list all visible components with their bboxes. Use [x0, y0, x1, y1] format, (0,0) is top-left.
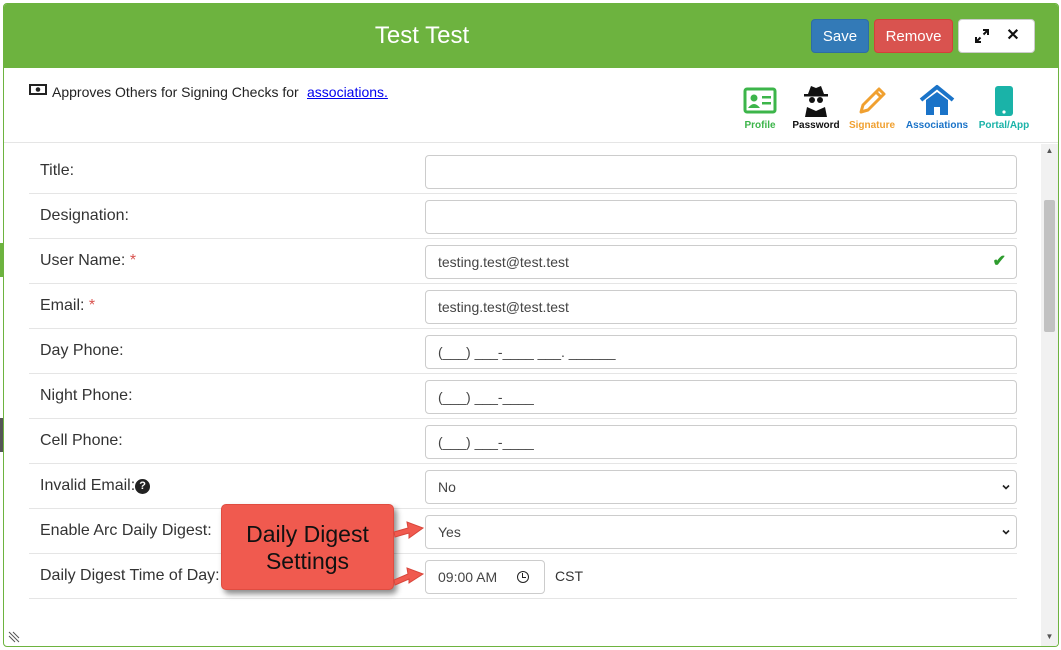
chevron-down-icon: [1002, 484, 1010, 490]
scroll-down-arrow-icon[interactable]: ▼: [1041, 632, 1058, 646]
vertical-scrollbar[interactable]: ▲ ▼: [1041, 144, 1058, 646]
resize-grip-icon[interactable]: [8, 631, 20, 643]
arc-digest-select[interactable]: Yes: [425, 515, 1017, 549]
clock-icon[interactable]: [517, 571, 529, 583]
save-button[interactable]: Save: [811, 19, 869, 53]
modal-subheader: Approves Others for Signing Checks for a…: [4, 68, 1058, 143]
money-icon: [29, 84, 47, 95]
cell-phone-label: Cell Phone:: [40, 432, 123, 449]
form-row-invalid-email: Invalid Email:? No: [29, 464, 1017, 509]
arc-digest-value: Yes: [438, 524, 461, 540]
form-row-email: Email: * testing.test@test.test: [29, 284, 1017, 329]
scroll-up-arrow-icon[interactable]: ▲: [1041, 146, 1058, 160]
nav-associations[interactable]: Associations: [904, 84, 970, 131]
email-label: Email: *: [40, 297, 95, 315]
arc-digest-label: Enable Arc Daily Digest:: [40, 522, 212, 539]
cell-phone-input[interactable]: (___) ___-____: [425, 425, 1017, 459]
email-label-text: Email:: [40, 297, 85, 314]
profile-card-icon: [743, 87, 777, 114]
title-input[interactable]: [425, 155, 1017, 189]
nav-profile[interactable]: Profile: [740, 84, 780, 131]
spy-icon: [804, 86, 828, 117]
modal-title: Test Test: [374, 22, 470, 49]
nav-associations-label: Associations: [905, 120, 969, 131]
scroll-thumb[interactable]: [1044, 200, 1055, 332]
remove-button[interactable]: Remove: [874, 19, 953, 53]
modal-header: Test Test Save Remove ✕: [4, 4, 1058, 68]
form-row-designation: Designation:: [29, 194, 1017, 239]
pencil-icon: [859, 87, 886, 114]
nav-portal-app[interactable]: Portal/App: [976, 84, 1032, 131]
timezone-label: CST: [555, 568, 583, 584]
window-controls: ✕: [958, 19, 1035, 53]
form-row-user-name: User Name: * testing.test@test.test ✔: [29, 239, 1017, 284]
title-label: Title:: [40, 162, 75, 179]
callout-arrow-upper: [393, 521, 425, 539]
digest-time-input[interactable]: 09:00 AM: [425, 560, 545, 594]
form-row-cell-phone: Cell Phone: (___) ___-____: [29, 419, 1017, 464]
approves-text: Approves Others for Signing Checks for: [52, 84, 299, 100]
user-name-input[interactable]: testing.test@test.test ✔: [425, 245, 1017, 279]
email-input[interactable]: testing.test@test.test: [425, 290, 1017, 324]
user-name-value: testing.test@test.test: [438, 254, 569, 270]
invalid-email-select[interactable]: No: [425, 470, 1017, 504]
invalid-email-label: Invalid Email:?: [40, 477, 151, 495]
question-circle-icon[interactable]: ?: [135, 479, 151, 494]
day-phone-label: Day Phone:: [40, 342, 124, 359]
nav-signature-label: Signature: [848, 120, 896, 131]
nav-portal-app-label: Portal/App: [978, 120, 1030, 131]
callout-line-1: Daily Digest: [246, 521, 369, 547]
digest-time-value: 09:00 AM: [438, 569, 498, 585]
user-edit-modal: Test Test Save Remove ✕ Approves Others …: [3, 3, 1059, 647]
required-marker: *: [88, 297, 96, 314]
nav-profile-label: Profile: [744, 120, 776, 131]
digest-time-label: Daily Digest Time of Day:: [40, 567, 220, 584]
user-name-label: User Name: *: [40, 252, 136, 270]
invalid-email-value: No: [438, 479, 456, 495]
form-row-day-phone: Day Phone: (___) ___-____ ___. ______: [29, 329, 1017, 374]
form-row-arc-daily-digest: Enable Arc Daily Digest: Yes: [29, 509, 1017, 554]
daily-digest-callout: Daily Digest Settings: [221, 504, 394, 590]
checkmark-icon: ✔: [992, 253, 1006, 270]
night-phone-input[interactable]: (___) ___-____: [425, 380, 1017, 414]
day-phone-input[interactable]: (___) ___-____ ___. ______: [425, 335, 1017, 369]
form-row-digest-time: Daily Digest Time of Day: 09:00 AM CST: [29, 554, 1017, 599]
mobile-icon: [995, 86, 1013, 116]
invalid-email-label-text: Invalid Email:: [40, 477, 136, 494]
callout-line-2: Settings: [265, 548, 350, 574]
designation-input[interactable]: [425, 200, 1017, 234]
user-name-label-text: User Name:: [40, 252, 126, 269]
associations-link[interactable]: associations.: [307, 84, 388, 100]
nav-password[interactable]: Password: [790, 84, 842, 131]
close-icon[interactable]: ✕: [998, 20, 1028, 52]
form-row-night-phone: Night Phone: (___) ___-____: [29, 374, 1017, 419]
designation-label: Designation:: [40, 207, 129, 224]
nav-password-label: Password: [792, 120, 840, 131]
required-marker: *: [129, 252, 137, 269]
nav-signature[interactable]: Signature: [848, 84, 896, 131]
form-row-title: Title:: [29, 149, 1017, 194]
night-phone-label: Night Phone:: [40, 387, 133, 404]
expand-icon[interactable]: [967, 20, 997, 52]
callout-arrow-lower: [393, 567, 425, 586]
house-icon: [919, 85, 955, 115]
chevron-down-icon: [1002, 529, 1010, 535]
